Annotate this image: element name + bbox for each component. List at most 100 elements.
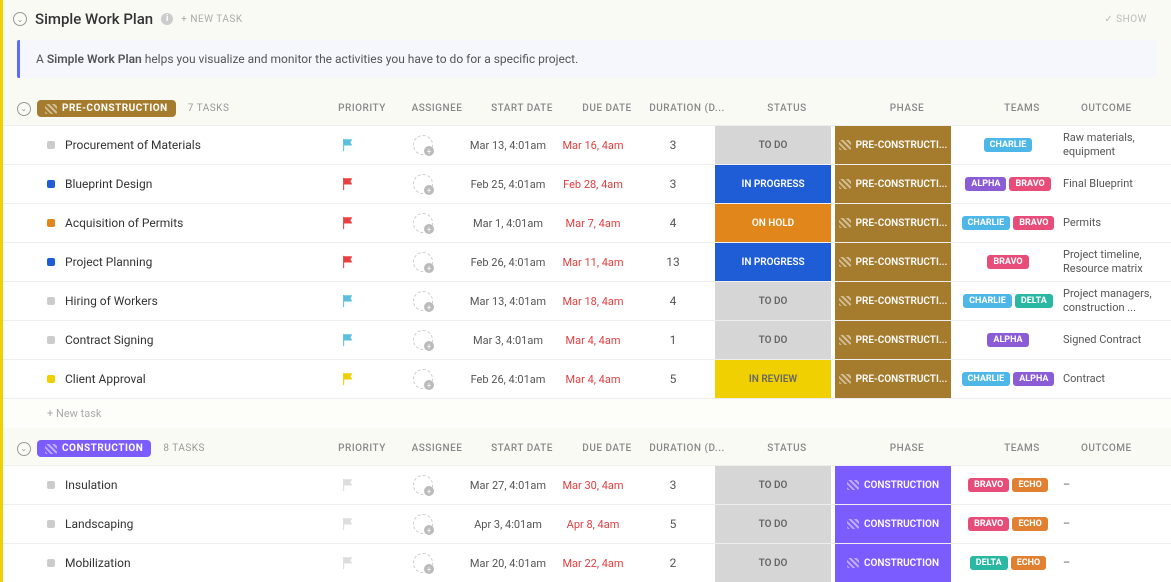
team-pill[interactable]: CHARLIE: [962, 216, 1011, 230]
start-date[interactable]: Feb 26, 4:01am: [463, 256, 553, 269]
teams-cell[interactable]: BRAVOECHO: [953, 476, 1063, 494]
duration[interactable]: 3: [633, 177, 713, 191]
task-name[interactable]: Client Approval: [65, 372, 146, 386]
phase-badge[interactable]: PRE-CONSTRUCTI...: [835, 321, 951, 359]
phase-badge[interactable]: PRE-CONSTRUCTI...: [835, 282, 951, 320]
col-teams[interactable]: TEAMS: [967, 103, 1077, 114]
table-row[interactable]: Procurement of Materials Mar 13, 4:01amMa…: [3, 125, 1171, 164]
start-date[interactable]: Apr 3, 4:01am: [463, 518, 553, 531]
task-name[interactable]: Procurement of Materials: [65, 138, 201, 152]
outcome[interactable]: Project managers, construction ...: [1063, 287, 1171, 316]
outcome[interactable]: Final Blueprint: [1063, 177, 1171, 191]
col-status[interactable]: STATUS: [727, 103, 847, 114]
outcome[interactable]: –: [1063, 517, 1171, 531]
status-badge[interactable]: IN PROGRESS: [715, 243, 831, 281]
team-pill[interactable]: ALPHA: [987, 333, 1028, 347]
team-pill[interactable]: CHARLIE: [984, 138, 1033, 152]
task-name[interactable]: Hiring of Workers: [65, 294, 158, 308]
col-start[interactable]: START DATE: [477, 443, 567, 454]
col-phase[interactable]: PHASE: [847, 443, 967, 454]
duration[interactable]: 4: [633, 216, 713, 230]
duration[interactable]: 4: [633, 294, 713, 308]
duration[interactable]: 13: [633, 255, 713, 269]
col-outcome[interactable]: OUTCOME: [1077, 103, 1171, 114]
assignee-add[interactable]: [383, 475, 463, 495]
phase-badge[interactable]: CONSTRUCTION: [835, 466, 951, 504]
collapse-icon[interactable]: ⌄: [13, 12, 27, 26]
status-badge[interactable]: IN PROGRESS: [715, 165, 831, 203]
start-date[interactable]: Mar 13, 4:01am: [463, 139, 553, 152]
duration[interactable]: 1: [633, 333, 713, 347]
assignee-add[interactable]: [383, 330, 463, 350]
priority-flag-icon[interactable]: [313, 138, 383, 152]
col-duration[interactable]: DURATION (D...: [647, 103, 727, 114]
start-date[interactable]: Mar 3, 4:01am: [463, 334, 553, 347]
col-duration[interactable]: DURATION (D...: [647, 443, 727, 454]
assignee-add[interactable]: [383, 252, 463, 272]
due-date[interactable]: Mar 22, 4am: [553, 557, 633, 570]
duration[interactable]: 3: [633, 478, 713, 492]
table-row[interactable]: Blueprint Design Feb 25, 4:01amFeb 28, 4a…: [3, 164, 1171, 203]
priority-flag-icon[interactable]: [313, 294, 383, 308]
task-name[interactable]: Insulation: [65, 478, 117, 492]
status-badge[interactable]: TO DO: [715, 321, 831, 359]
team-pill[interactable]: DELTA: [970, 556, 1008, 570]
teams-cell[interactable]: CHARLIEALPHA: [953, 370, 1063, 388]
task-name[interactable]: Blueprint Design: [65, 177, 152, 191]
table-row[interactable]: Contract Signing Mar 3, 4:01amMar 4, 4am1…: [3, 320, 1171, 359]
team-pill[interactable]: BRAVO: [987, 255, 1028, 269]
duration[interactable]: 5: [633, 372, 713, 386]
priority-flag-icon[interactable]: [313, 216, 383, 230]
task-name[interactable]: Contract Signing: [65, 333, 153, 347]
team-pill[interactable]: CHARLIE: [963, 294, 1012, 308]
col-priority[interactable]: PRIORITY: [327, 103, 397, 114]
status-badge[interactable]: TO DO: [715, 466, 831, 504]
priority-flag-icon[interactable]: [313, 177, 383, 191]
due-date[interactable]: Mar 4, 4am: [553, 373, 633, 386]
table-row[interactable]: Project Planning Feb 26, 4:01amMar 11, 4a…: [3, 242, 1171, 281]
col-due[interactable]: DUE DATE: [567, 103, 647, 114]
task-name[interactable]: Acquisition of Permits: [65, 216, 183, 230]
teams-cell[interactable]: ALPHA: [953, 331, 1063, 349]
col-due[interactable]: DUE DATE: [567, 443, 647, 454]
teams-cell[interactable]: BRAVO: [953, 253, 1063, 271]
phase-badge[interactable]: CONSTRUCTION: [835, 544, 951, 582]
due-date[interactable]: Mar 7, 4am: [553, 217, 633, 230]
phase-badge[interactable]: CONSTRUCTION: [835, 505, 951, 543]
team-pill[interactable]: BRAVO: [968, 517, 1009, 531]
team-pill[interactable]: DELTA: [1015, 294, 1053, 308]
assignee-add[interactable]: [383, 553, 463, 573]
priority-flag-icon[interactable]: [313, 333, 383, 347]
due-date[interactable]: Feb 28, 4am: [553, 178, 633, 191]
start-date[interactable]: Feb 25, 4:01am: [463, 178, 553, 191]
duration[interactable]: 2: [633, 556, 713, 570]
due-date[interactable]: Mar 4, 4am: [553, 334, 633, 347]
table-row[interactable]: Acquisition of PermitsMar 1, 4:01amMar 7…: [3, 203, 1171, 242]
status-badge[interactable]: TO DO: [715, 126, 831, 164]
table-row[interactable]: LandscapingApr 3, 4:01amApr 8, 4am5TO DO…: [3, 504, 1171, 543]
task-name[interactable]: Mobilization: [65, 556, 131, 570]
table-row[interactable]: Client ApprovalFeb 26, 4:01amMar 4, 4am5…: [3, 359, 1171, 398]
assignee-add[interactable]: [383, 174, 463, 194]
assignee-add[interactable]: [383, 291, 463, 311]
task-name[interactable]: Project Planning: [65, 255, 152, 269]
team-pill[interactable]: BRAVO: [1013, 216, 1054, 230]
team-pill[interactable]: ALPHA: [1013, 372, 1054, 386]
due-date[interactable]: Mar 11, 4am: [553, 256, 633, 269]
teams-cell[interactable]: ALPHABRAVO: [953, 175, 1063, 193]
info-icon[interactable]: i: [161, 13, 173, 25]
group-collapse-icon[interactable]: ⌄: [17, 442, 31, 456]
group-pill[interactable]: CONSTRUCTION: [37, 440, 151, 457]
phase-badge[interactable]: PRE-CONSTRUCTI...: [835, 204, 951, 242]
duration[interactable]: 3: [633, 138, 713, 152]
task-name[interactable]: Landscaping: [65, 517, 133, 531]
due-date[interactable]: Apr 8, 4am: [553, 518, 633, 531]
due-date[interactable]: Mar 16, 4am: [553, 139, 633, 152]
new-task-row[interactable]: + New task: [3, 398, 1171, 428]
teams-cell[interactable]: CHARLIEDELTA: [953, 292, 1063, 310]
priority-flag-icon[interactable]: [313, 517, 383, 531]
priority-flag-icon[interactable]: [313, 255, 383, 269]
team-pill[interactable]: CHARLIE: [962, 372, 1011, 386]
team-pill[interactable]: BRAVO: [968, 478, 1009, 492]
teams-cell[interactable]: CHARLIE: [953, 136, 1063, 154]
